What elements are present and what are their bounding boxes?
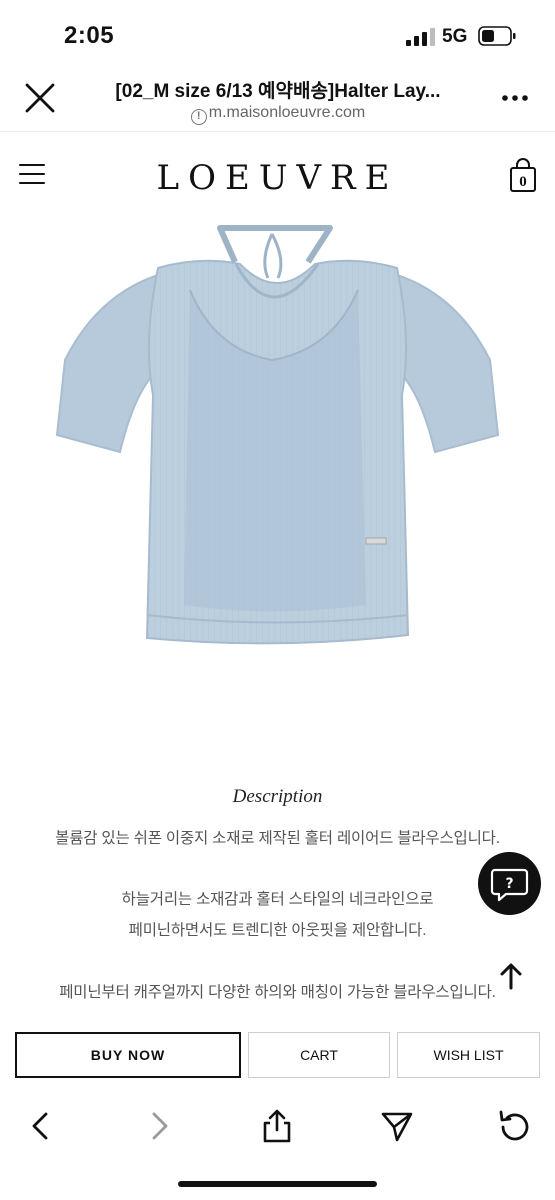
description-line: 페미닌부터 캐주얼까지 다양한 하의와 매칭이 가능한 블라우스입니다. — [59, 984, 496, 1001]
info-icon: ! — [190, 109, 207, 125]
chat-glyph: ? — [505, 876, 513, 892]
cart-count: 0 — [519, 174, 527, 190]
chat-bubble-icon: ? — [490, 868, 529, 902]
chat-button[interactable]: ? — [478, 852, 541, 915]
status-time: 2:05 — [64, 22, 115, 49]
shopping-bag-icon: 0 — [510, 158, 536, 192]
share-icon[interactable] — [260, 1108, 294, 1144]
cellular-signal-icon — [406, 28, 435, 46]
site-header: LOEUVRE 0 — [0, 132, 555, 220]
add-to-cart-button[interactable]: CART — [248, 1032, 390, 1078]
description-line: 하늘거리는 소재감과 홀터 스타일의 네크라인으로 — [121, 891, 434, 908]
url-text: m.maisonloeuvre.com — [208, 104, 366, 121]
description-line: 볼륨감 있는 쉬폰 이중지 소재로 제작된 홀터 레이어드 블라우스입니다. — [55, 830, 500, 847]
close-icon[interactable] — [22, 80, 58, 116]
browser-header: [02_M size 6/13 예약배송]Halter Lay... ! m.ma… — [0, 66, 555, 132]
description-line: 페미닌하면서도 트렌디한 아웃핏을 제안합니다. — [128, 922, 427, 939]
cart-button[interactable]: 0 — [508, 157, 538, 193]
wish-list-button[interactable]: WISH LIST — [397, 1032, 540, 1078]
description-heading: Description — [232, 786, 323, 807]
battery-icon — [478, 26, 516, 46]
more-icon[interactable] — [500, 86, 530, 110]
page-title: [02_M size 6/13 예약배송]Halter Lay... — [115, 81, 441, 102]
back-icon[interactable] — [24, 1108, 58, 1144]
hamburger-icon[interactable] — [18, 162, 46, 186]
url-display[interactable]: ! m.maisonloeuvre.com — [78, 104, 478, 125]
forward-icon[interactable] — [142, 1108, 176, 1144]
home-indicator[interactable] — [178, 1181, 377, 1187]
action-bar: BUY NOW CART WISH LIST — [0, 1022, 555, 1090]
status-bar: 2:05 5G — [0, 0, 555, 66]
network-type: 5G — [442, 26, 468, 47]
reload-icon[interactable] — [498, 1108, 532, 1144]
site-logo[interactable]: LOEUVRE — [140, 158, 415, 198]
send-icon[interactable] — [380, 1108, 414, 1144]
arrow-up-icon[interactable] — [499, 962, 523, 990]
product-image[interactable] — [40, 220, 515, 670]
buy-now-button[interactable]: BUY NOW — [15, 1032, 241, 1078]
